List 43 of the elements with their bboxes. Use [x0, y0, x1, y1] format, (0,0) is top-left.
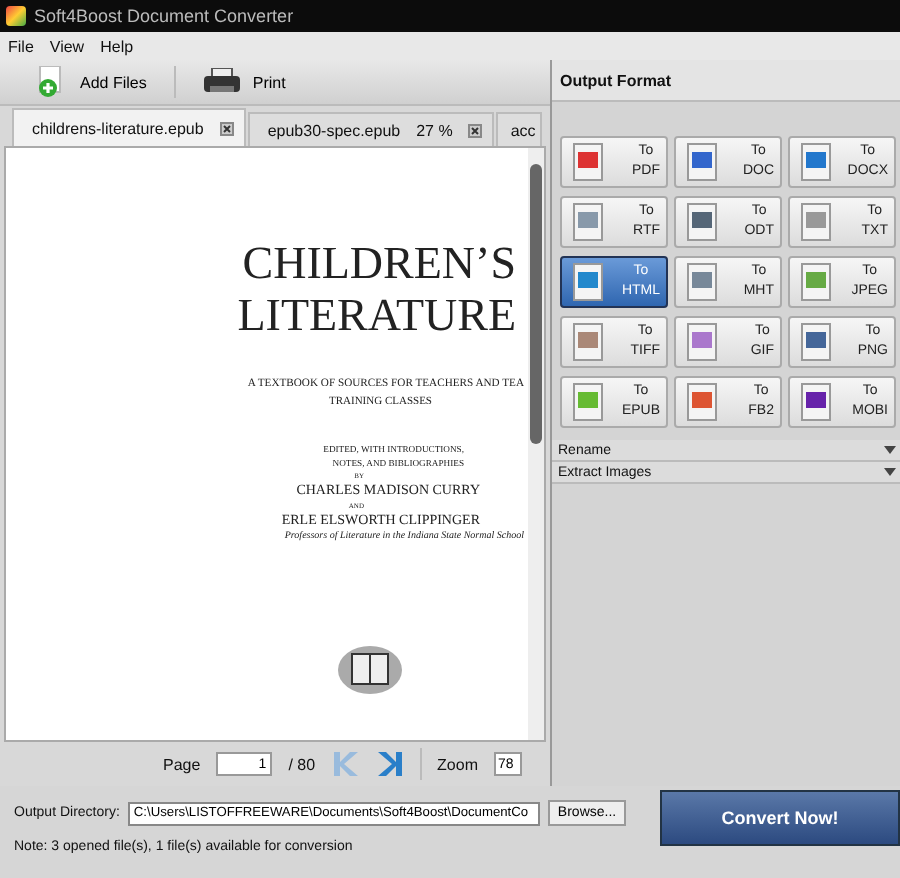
menu-item[interactable]: View	[49, 37, 85, 55]
window-title: Soft4Boost Document Converter	[34, 6, 294, 26]
tab-label: acc	[510, 121, 536, 139]
document-icon	[684, 202, 720, 242]
scrollbar[interactable]	[528, 148, 544, 740]
document-icon	[798, 322, 834, 362]
document-icon	[570, 382, 606, 422]
printer-icon	[204, 68, 241, 96]
document-icon	[798, 202, 834, 242]
document-icon	[798, 262, 834, 302]
document-icon	[570, 202, 606, 242]
document-tab[interactable]: acc	[496, 112, 542, 146]
document-tab[interactable]: childrens-literature.epub	[12, 108, 246, 146]
close-icon[interactable]	[468, 123, 483, 137]
menu-item[interactable]: Help	[100, 37, 134, 55]
document-icon	[570, 142, 606, 182]
add-files-button[interactable]: Add Files	[36, 66, 147, 98]
document-icon	[798, 142, 834, 182]
document-text: CHILDREN’S	[242, 238, 516, 290]
document-icon	[570, 262, 606, 302]
zoom-label: Zoom	[437, 755, 478, 773]
convert-button[interactable]: Convert Now!	[660, 790, 900, 846]
last-page-icon[interactable]	[375, 750, 404, 778]
close-icon[interactable]	[219, 121, 234, 135]
document-text: LITERATURE	[237, 290, 516, 342]
app-icon	[6, 6, 26, 26]
menu-item[interactable]: File	[8, 37, 34, 55]
print-button[interactable]: Print	[204, 68, 286, 96]
page-total: / 80	[288, 755, 316, 773]
page-label: Page	[163, 755, 201, 773]
document-tab[interactable]: epub30-spec.epub 27 %	[247, 112, 495, 146]
tab-label: childrens-literature.epub	[32, 119, 204, 137]
document-icon	[684, 382, 720, 422]
document-icon	[684, 262, 720, 302]
document-icon	[570, 322, 606, 362]
tab-label: epub30-spec.epub	[267, 121, 401, 139]
document-icon	[684, 142, 720, 182]
document-icon	[684, 322, 720, 362]
document-icon	[798, 382, 834, 422]
expand-arrow-icon[interactable]	[884, 468, 896, 476]
expand-arrow-icon[interactable]	[884, 446, 896, 454]
progress-percent: 27 %	[416, 121, 453, 139]
panel-title: Output Format	[552, 60, 900, 102]
